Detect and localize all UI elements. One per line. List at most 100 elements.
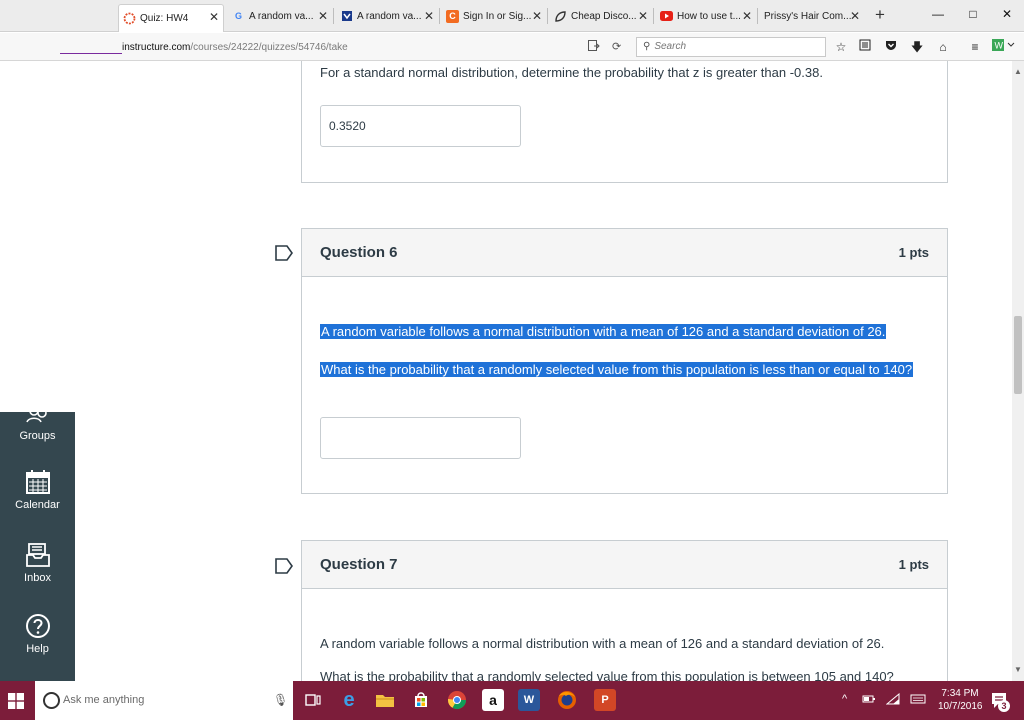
question-text-line-1: A random variable follows a normal distr… bbox=[320, 324, 887, 339]
scroll-down-icon[interactable]: ▼ bbox=[1012, 665, 1024, 674]
question-header: Question 7 1 pts bbox=[302, 541, 947, 589]
address-bar[interactable]: instructure.com/courses/24222/quizzes/54… bbox=[122, 42, 348, 53]
menu-icon[interactable]: ≡ bbox=[966, 38, 984, 56]
cortana-search-box[interactable]: Ask me anything 🎙 bbox=[35, 681, 293, 720]
tab-separator bbox=[757, 8, 758, 24]
home-icon[interactable]: ⌂ bbox=[934, 38, 952, 56]
tab-separator bbox=[653, 8, 654, 24]
show-hidden-icons-icon[interactable]: ^ bbox=[842, 693, 847, 705]
reading-list-icon[interactable] bbox=[856, 38, 874, 56]
scroll-thumb[interactable] bbox=[1014, 316, 1022, 394]
wifi-icon[interactable] bbox=[885, 692, 900, 708]
sidebar-item-calendar[interactable]: Calendar bbox=[0, 469, 75, 511]
canvas-icon bbox=[123, 12, 136, 25]
calendar-icon bbox=[25, 469, 51, 495]
tab-random-variable-2[interactable]: A random va... ✕ bbox=[336, 4, 438, 28]
firefox-icon[interactable] bbox=[556, 689, 578, 711]
clock-date: 10/7/2016 bbox=[938, 701, 983, 712]
cortana-placeholder: Ask me anything bbox=[63, 694, 145, 706]
close-window-button[interactable]: ✕ bbox=[992, 4, 1022, 24]
tab-prissys-hair[interactable]: Prissy's Hair Com... ✕ bbox=[760, 4, 864, 28]
search-input[interactable]: ⚲ Search bbox=[636, 37, 826, 57]
sidebar-item-label: Calendar bbox=[15, 499, 60, 511]
keyboard-icon[interactable] bbox=[910, 693, 926, 708]
question-title: Question 7 bbox=[320, 556, 398, 573]
bookmark-star-icon[interactable]: ☆ bbox=[832, 38, 850, 56]
reload-icon[interactable]: ⟳ bbox=[612, 40, 621, 53]
minimize-button[interactable]: — bbox=[923, 4, 953, 24]
quiz-page: For a standard normal distribution, dete… bbox=[0, 61, 1012, 681]
maximize-button[interactable]: □ bbox=[958, 4, 988, 24]
question-points: 1 pts bbox=[898, 245, 929, 260]
action-center-icon[interactable]: 3 bbox=[990, 691, 1010, 712]
help-icon bbox=[25, 613, 51, 639]
download-icon[interactable]: 🡇 bbox=[908, 38, 926, 56]
tab-cheap-discount[interactable]: Cheap Disco... ✕ bbox=[550, 4, 652, 28]
amazon-icon[interactable]: a bbox=[482, 689, 504, 711]
file-explorer-icon[interactable] bbox=[374, 689, 396, 711]
answer-input[interactable]: 0.3520 bbox=[320, 105, 521, 147]
close-icon[interactable]: ✕ bbox=[637, 9, 649, 23]
browser-nav-bar: instructure.com/courses/24222/quizzes/54… bbox=[0, 33, 1024, 61]
sidebar-item-label: Groups bbox=[19, 430, 56, 442]
flag-question-icon[interactable] bbox=[274, 557, 294, 575]
url-underline bbox=[60, 53, 122, 54]
tab-random-variable-1[interactable]: G A random va... ✕ bbox=[228, 4, 332, 28]
url-host: instructure.com bbox=[122, 42, 191, 53]
leaf-icon bbox=[554, 10, 567, 23]
inbox-icon bbox=[25, 542, 51, 568]
question-text-line-1: A random variable follows a normal distr… bbox=[320, 636, 885, 651]
close-icon[interactable]: ✕ bbox=[317, 9, 329, 23]
word-icon[interactable]: W bbox=[518, 689, 540, 711]
chrome-icon[interactable] bbox=[446, 689, 468, 711]
groups-icon bbox=[25, 406, 51, 426]
screen: Quiz: HW4 ✕ G A random va... ✕ A random … bbox=[0, 0, 1024, 720]
sidebar-item-help[interactable]: Help bbox=[0, 613, 75, 655]
close-icon[interactable]: ✕ bbox=[741, 9, 753, 23]
clock-time: 7:34 PM bbox=[941, 688, 979, 699]
course-nav-sidebar: Groups Calendar Inbox Help bbox=[0, 406, 75, 681]
flag-question-icon[interactable] bbox=[274, 244, 294, 262]
sidebar-item-inbox[interactable]: Inbox bbox=[0, 542, 75, 584]
scroll-up-icon[interactable]: ▲ bbox=[1012, 67, 1024, 76]
question-title: Question 6 bbox=[320, 244, 398, 261]
sidebar-item-label: Inbox bbox=[24, 572, 51, 584]
shield-icon bbox=[340, 10, 353, 23]
question-text: For a standard normal distribution, dete… bbox=[320, 65, 823, 80]
extension-icon[interactable]: W bbox=[990, 38, 1016, 56]
question-card-previous: For a standard normal distribution, dete… bbox=[301, 61, 948, 183]
windows-start-icon[interactable] bbox=[8, 693, 24, 709]
new-tab-button[interactable]: + bbox=[870, 5, 890, 25]
tab-separator bbox=[333, 8, 334, 24]
tab-how-to-use[interactable]: How to use t... ✕ bbox=[656, 4, 756, 28]
close-icon[interactable]: ✕ bbox=[531, 9, 543, 23]
notification-count: 3 bbox=[998, 700, 1010, 712]
question-header: Question 6 1 pts bbox=[302, 229, 947, 277]
search-icon: ⚲ bbox=[643, 41, 651, 52]
question-points: 1 pts bbox=[898, 557, 929, 572]
browser-tab-bar: Quiz: HW4 ✕ G A random va... ✕ A random … bbox=[0, 0, 1024, 32]
reader-view-icon[interactable] bbox=[588, 40, 600, 54]
tab-quiz-hw4[interactable]: Quiz: HW4 ✕ bbox=[118, 4, 224, 32]
close-icon[interactable]: ✕ bbox=[423, 9, 435, 23]
pocket-icon[interactable] bbox=[882, 38, 900, 56]
chegg-icon: C bbox=[446, 9, 459, 23]
page-scrollbar[interactable]: ▲ ▼ bbox=[1012, 61, 1024, 681]
battery-icon[interactable] bbox=[862, 693, 876, 708]
task-view-icon[interactable] bbox=[302, 689, 324, 711]
url-path: /courses/24222/quizzes/54746/take bbox=[190, 42, 348, 53]
close-icon[interactable]: ✕ bbox=[849, 9, 861, 23]
store-icon[interactable] bbox=[410, 689, 432, 711]
cortana-icon bbox=[43, 692, 60, 709]
windows-taskbar: Ask me anything 🎙 e a W P ^ 7:34 PM 10/7… bbox=[0, 681, 1024, 720]
answer-input[interactable] bbox=[320, 417, 521, 459]
tab-separator bbox=[547, 8, 548, 24]
close-icon[interactable]: ✕ bbox=[208, 10, 220, 24]
search-placeholder: Search bbox=[654, 41, 687, 52]
edge-icon[interactable]: e bbox=[338, 689, 360, 711]
microphone-icon[interactable]: 🎙 bbox=[273, 693, 288, 707]
powerpoint-icon[interactable]: P bbox=[594, 689, 616, 711]
tab-chegg-sign-in[interactable]: C Sign In or Sig... ✕ bbox=[442, 4, 546, 28]
sidebar-item-groups[interactable]: Groups bbox=[0, 406, 75, 442]
system-clock[interactable]: 7:34 PM 10/7/2016 bbox=[938, 687, 983, 713]
